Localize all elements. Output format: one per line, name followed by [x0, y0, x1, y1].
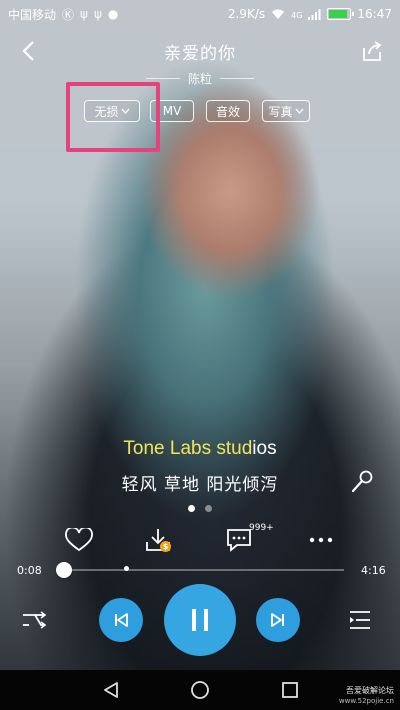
signal-icon — [308, 8, 321, 20]
previous-button[interactable] — [99, 598, 143, 642]
share-icon — [363, 41, 382, 61]
nav-recents-button[interactable] — [280, 680, 300, 700]
battery-icon — [327, 8, 355, 20]
microphone-icon — [351, 470, 373, 493]
karaoke-button[interactable] — [348, 468, 376, 496]
play-pause-button[interactable] — [164, 584, 236, 656]
status-left: 中国移动 Ⓚ ψ ψ ● — [8, 6, 118, 23]
play-mode-button[interactable] — [20, 606, 48, 634]
back-button[interactable] — [14, 37, 42, 65]
more-dots-icon — [309, 537, 333, 543]
network-speed: 2.9K/s — [227, 7, 266, 21]
heart-icon — [65, 528, 93, 552]
portrait-selector[interactable]: 写真 — [262, 100, 310, 122]
next-button[interactable] — [256, 598, 300, 642]
carrier-name: 中国移动 — [8, 7, 57, 22]
mv-label: MV — [162, 104, 182, 118]
song-title: 亲爱的你 — [164, 43, 236, 64]
watermark: 吾爱破解论坛 www.52pojie.cn — [339, 686, 394, 706]
progress-track[interactable] — [64, 569, 344, 571]
skip-previous-icon — [115, 613, 128, 627]
favorite-button[interactable] — [61, 524, 97, 556]
sound-effects-label: 音效 — [215, 104, 240, 119]
shuffle-icon — [23, 611, 47, 629]
clock: 16:47 — [357, 7, 392, 21]
divider-left — [145, 77, 180, 79]
skip-next-icon — [271, 613, 284, 627]
comment-count: 999+ — [249, 523, 274, 533]
paid-coin-badge: $ — [160, 541, 171, 552]
triangle-back-icon — [104, 682, 118, 698]
divider-right — [220, 77, 254, 79]
download-button[interactable] — [140, 524, 176, 556]
pager-dot[interactable] — [205, 505, 212, 512]
wechat-icon: ● — [107, 7, 119, 21]
usb-debug-icon: ψ — [93, 7, 102, 21]
tag-row: 无损 MV 音效 写真 — [0, 100, 400, 124]
chevron-down-icon — [295, 108, 303, 114]
progress-thumb[interactable] — [56, 562, 72, 578]
network-type: 4G — [291, 11, 303, 20]
pause-icon — [192, 609, 208, 631]
artist-row: 陈粒 — [0, 68, 400, 88]
watermark-title: 吾爱破解论坛 — [346, 686, 394, 695]
status-bar: 中国移动 Ⓚ ψ ψ ● 2.9K/s 4G 16:47 — [0, 0, 400, 28]
total-time: 4:16 — [361, 564, 386, 577]
k-icon: Ⓚ — [62, 7, 75, 22]
player-header: 亲爱的你 — [0, 32, 400, 70]
lyric-highlight-part: Tone Labs stud — [123, 438, 253, 459]
more-button[interactable] — [303, 524, 339, 556]
elapsed-time: 0:08 — [17, 564, 42, 577]
playlist-button[interactable] — [346, 606, 374, 634]
wifi-icon — [272, 9, 285, 19]
nav-back-button[interactable] — [101, 680, 121, 700]
portrait-label: 写真 — [268, 104, 293, 119]
usb-icon: ψ — [80, 7, 88, 21]
watermark-url: www.52pojie.cn — [338, 697, 394, 705]
status-right: 2.9K/s 4G 16:47 — [228, 7, 392, 21]
lyric-line-next: 轻风 草地 阳光倾泻 — [121, 475, 279, 495]
share-button[interactable] — [358, 37, 386, 65]
pager-dot-active[interactable] — [188, 505, 195, 512]
lyric-remaining-part: ios — [252, 438, 277, 459]
annotation-highlight-box — [66, 82, 160, 152]
sound-effects-button[interactable]: 音效 — [206, 100, 250, 122]
nav-home-button[interactable] — [190, 680, 210, 700]
buffer-marker — [123, 566, 129, 571]
artist-name[interactable]: 陈粒 — [188, 70, 212, 87]
circle-home-icon — [191, 681, 209, 699]
playlist-icon — [350, 611, 370, 629]
square-recents-icon — [282, 682, 298, 698]
lyrics-pager — [0, 505, 400, 512]
chevron-left-icon — [22, 41, 34, 61]
lyric-line-current: Tone Labs studios — [0, 438, 400, 460]
